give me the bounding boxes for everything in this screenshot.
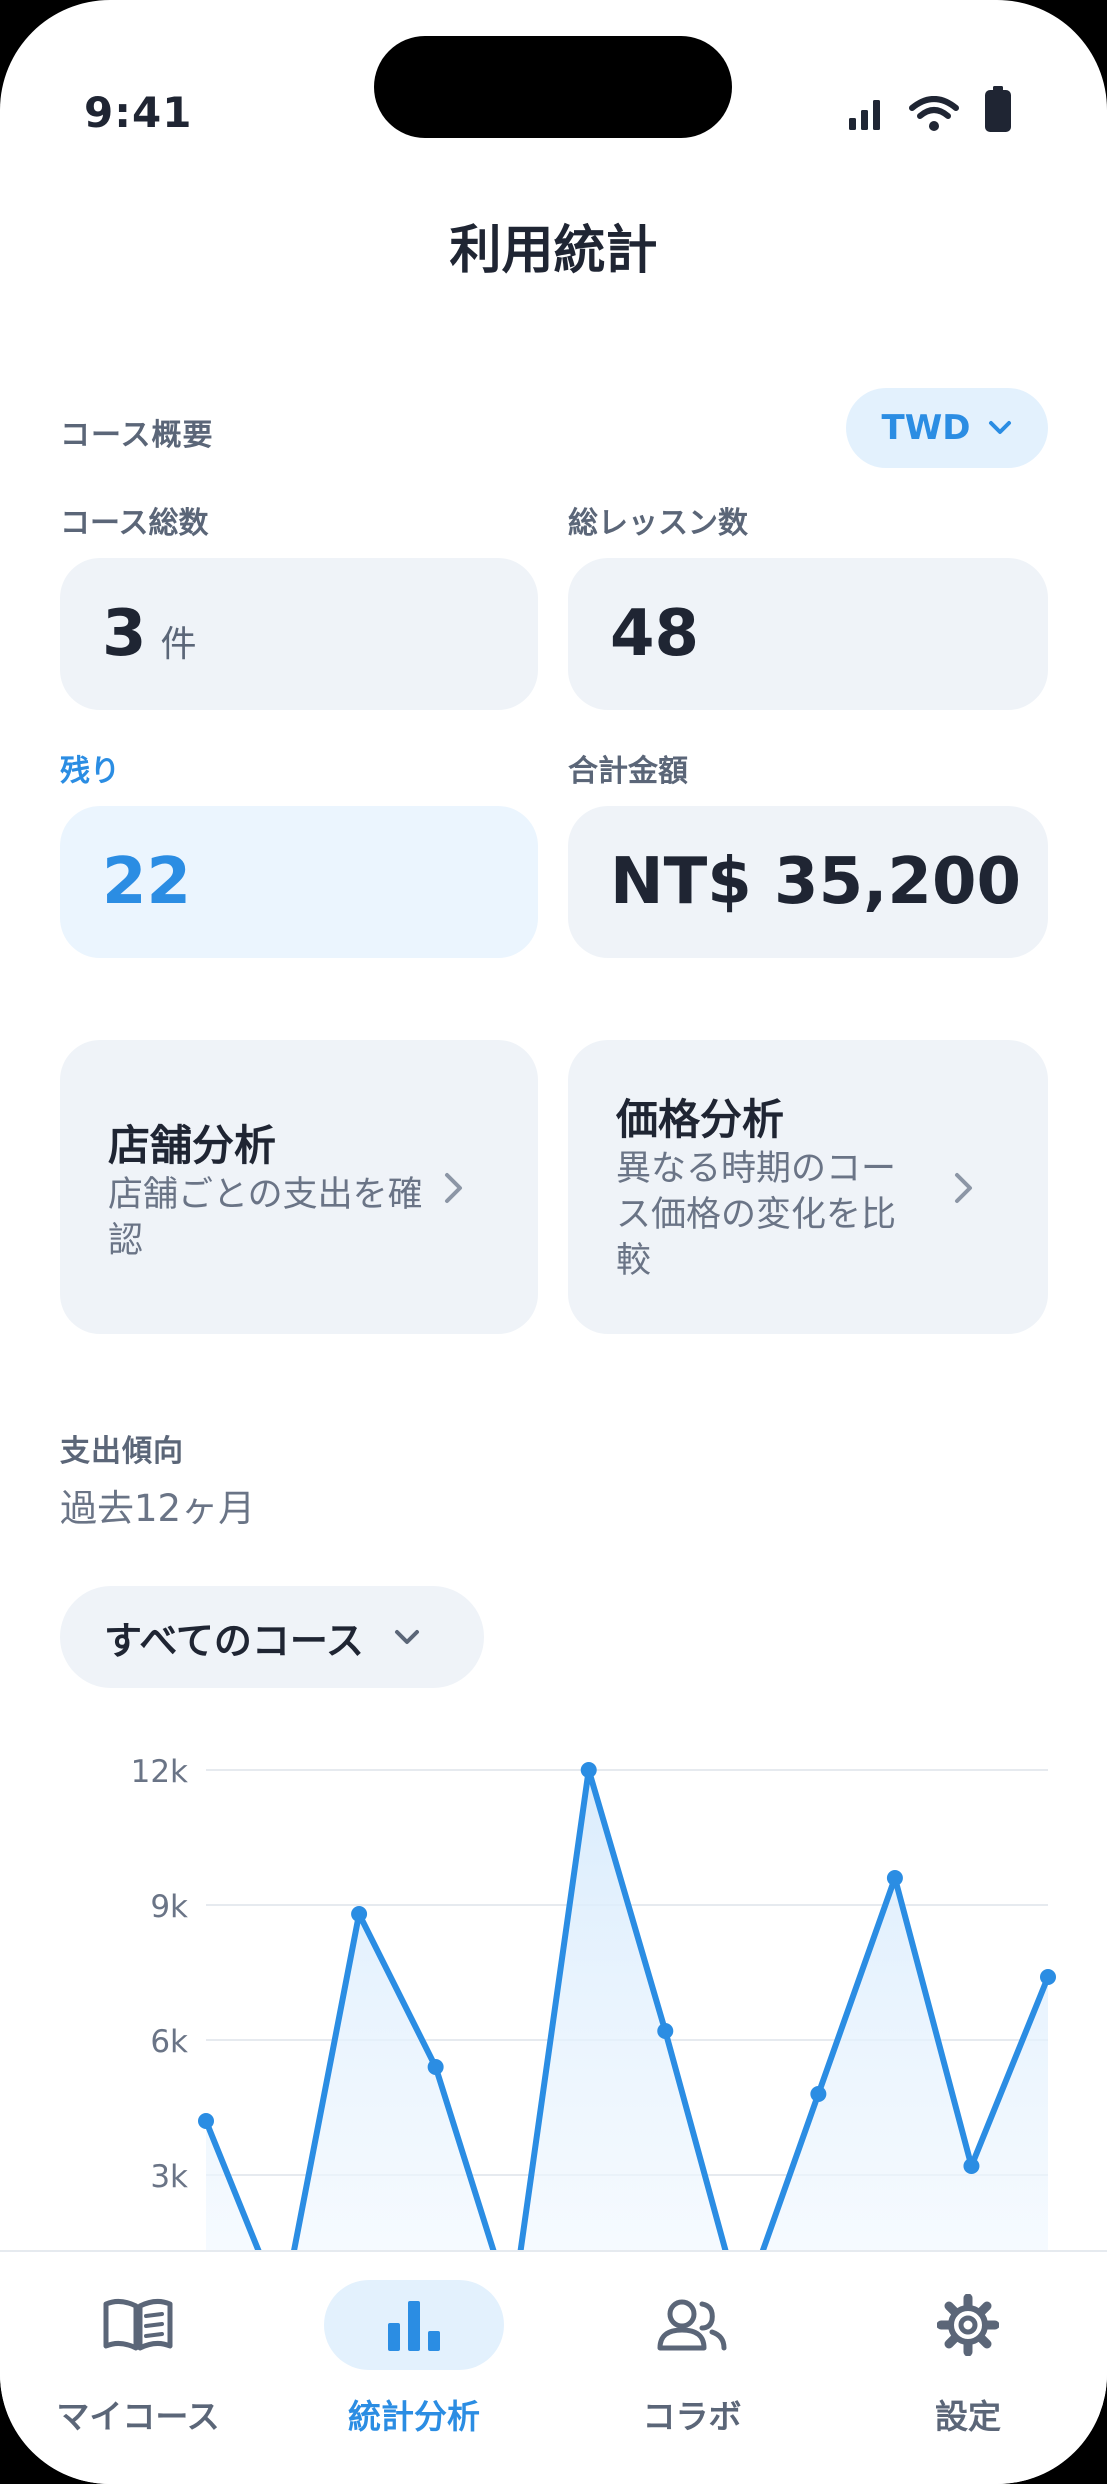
lessons-total-value: 48	[610, 597, 700, 671]
bar-chart-icon	[388, 2301, 440, 2351]
amount-total-label: 合計金額	[568, 754, 688, 789]
tab-label: マイコース	[56, 2397, 220, 2436]
store-analysis-card[interactable]: 店舗分析 店舗ごとの支出を確認	[60, 1040, 538, 1334]
series-area	[206, 1770, 1048, 2250]
lessons-total-label: 総レッスン数	[568, 506, 748, 541]
amount-total-value: NT$ 35,200	[610, 845, 1021, 919]
battery-icon	[985, 86, 1011, 132]
page-title: 利用統計	[449, 221, 658, 281]
remaining-value: 22	[102, 845, 192, 919]
lessons-total-card: 48	[568, 558, 1048, 710]
course-total-value: 3	[102, 597, 147, 671]
course-filter-label: すべてのコース	[104, 1618, 364, 1663]
data-point	[427, 2059, 444, 2075]
tab-label: コラボ	[642, 2397, 742, 2436]
tab-bar: マイコース 統計分析 コラボ 設定	[0, 2250, 1107, 2484]
currency-label: TWD	[881, 408, 971, 448]
y-tick-label: 9k	[150, 1889, 188, 1925]
tab-icon-wrap	[324, 2280, 504, 2370]
tab-my-courses[interactable]: マイコース	[0, 2252, 276, 2484]
y-tick-label: 6k	[150, 2024, 188, 2060]
tab-label: 設定	[935, 2397, 1001, 2436]
gear-icon	[937, 2294, 999, 2356]
y-tick-label: 3k	[150, 2159, 188, 2195]
chevron-right-icon	[955, 1173, 972, 1203]
chevron-down-icon	[989, 421, 1012, 434]
data-point	[963, 2158, 980, 2174]
phone-screen: 9:41 利用統計 コース概要 TWD コース総数 総レッスン数 3 件 48	[0, 0, 1107, 2484]
price-analysis-title: 価格分析	[616, 1095, 785, 1144]
tab-icon-wrap	[878, 2280, 1058, 2370]
status-icons	[847, 86, 1011, 132]
tab-icon-wrap	[602, 2280, 782, 2370]
store-analysis-description: 店舗ごとの支出を確認	[108, 1175, 423, 1261]
tab-collab[interactable]: コラボ	[554, 2252, 830, 2484]
course-total-card: 3 件	[60, 558, 538, 710]
tab-settings[interactable]: 設定	[830, 2252, 1106, 2484]
y-tick-label: 12k	[131, 1754, 188, 1790]
chevron-down-icon	[394, 1630, 419, 1644]
tab-label: 統計分析	[348, 2397, 480, 2436]
data-point	[657, 2023, 674, 2039]
trend-period-label: 過去12ヶ月	[60, 1487, 256, 1530]
amount-total-card: NT$ 35,200	[568, 806, 1048, 958]
tab-icon-wrap	[48, 2280, 228, 2370]
data-point	[198, 2113, 214, 2129]
cellular-signal-icon	[849, 100, 880, 130]
tab-statistics[interactable]: 統計分析	[276, 2252, 552, 2484]
course-total-unit: 件	[160, 624, 197, 665]
trend-section-label: 支出傾向	[60, 1434, 184, 1469]
price-analysis-card[interactable]: 価格分析 異なる時期のコース価格の変化を比較	[568, 1040, 1048, 1334]
data-point	[886, 1870, 903, 1886]
currency-selector[interactable]: TWD	[846, 388, 1048, 468]
remaining-card: 22	[60, 806, 538, 958]
dynamic-island	[374, 36, 732, 138]
remaining-label: 残り	[60, 754, 120, 789]
spending-trend-chart: 3k 6k 9k 12k	[131, 1754, 1056, 2250]
users-icon	[657, 2299, 727, 2351]
data-point	[580, 1762, 597, 1778]
store-analysis-title: 店舗分析	[108, 1121, 277, 1170]
course-total-label: コース総数	[60, 506, 209, 541]
course-filter-dropdown[interactable]: すべてのコース	[60, 1586, 484, 1688]
book-icon	[103, 2298, 173, 2351]
chevron-right-icon	[445, 1173, 462, 1203]
price-analysis-description: 異なる時期のコース価格の変化を比較	[616, 1149, 897, 1281]
data-point	[351, 1906, 368, 1922]
status-time: 9:41	[84, 88, 193, 137]
wifi-icon	[909, 96, 959, 131]
data-point	[1040, 1969, 1056, 1985]
overview-section-label: コース概要	[60, 418, 214, 453]
data-point	[810, 2086, 827, 2102]
